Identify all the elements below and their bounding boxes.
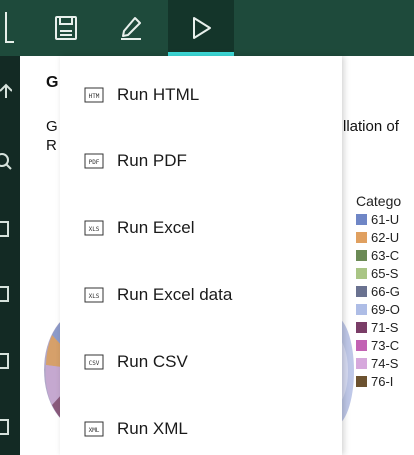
report-text-left-2: R (46, 137, 57, 154)
legend-label: 76-I (371, 373, 394, 389)
menu-item-label: Run XML (117, 419, 188, 438)
run-options-menu: HTM Run HTML PDF Run PDF XLS Run Excel X… (60, 56, 342, 455)
legend-item: 76-I (356, 372, 414, 390)
legend-label: 69-O (371, 301, 400, 317)
legend-swatch (356, 285, 367, 297)
legend-item: 65-S (356, 264, 414, 282)
legend-swatch (356, 321, 367, 333)
menu-item-label: Run CSV (117, 352, 188, 371)
report-text-left-1: G (46, 118, 58, 135)
legend-item: 66-G (356, 282, 414, 300)
file-type-label: XML (89, 427, 100, 434)
legend-item: 63-C (356, 246, 414, 264)
edit-button[interactable] (100, 0, 162, 56)
legend-swatch (356, 213, 367, 225)
legend-item: 69-O (356, 300, 414, 318)
legend-swatch (356, 303, 367, 315)
legend-label: 74-S (371, 355, 399, 371)
report-title-fragment: G (46, 74, 59, 91)
run-excel-item[interactable]: XLS Run Excel (60, 195, 342, 261)
report-text-right-1: llation of (343, 118, 399, 135)
file-type-label: CSV (89, 360, 100, 367)
chart-legend: Catego 61-U 62-U 63-C 65-S 66-G 69-O 71-S 73-C 7… (356, 192, 414, 390)
report-viewer: G G llation of R Catego 61-U 62-U 63-C 65-S… (0, 0, 414, 455)
legend-item: 73-C (356, 336, 414, 354)
menu-item-label: Run Excel (117, 218, 195, 237)
legend-item: 74-S (356, 354, 414, 372)
csv-file-icon: CSV (84, 354, 104, 370)
legend-title: Catego (356, 193, 402, 209)
play-icon (193, 17, 211, 39)
run-button[interactable] (168, 0, 234, 56)
run-pdf-item[interactable]: PDF Run PDF (60, 128, 342, 194)
menu-item-label: Run PDF (117, 151, 187, 170)
file-type-label: PDF (89, 159, 100, 166)
file-type-label: HTM (89, 93, 100, 100)
legend-item: 71-S (356, 318, 414, 336)
legend-swatch (356, 249, 367, 261)
properties-icon[interactable] (0, 418, 12, 436)
legend-swatch (356, 267, 367, 279)
excel-file-icon: XLS (84, 220, 104, 236)
left-rail (0, 56, 20, 455)
menu-item-label: Run HTML (117, 85, 200, 104)
run-html-item[interactable]: HTM Run HTML (60, 62, 342, 128)
pdf-file-icon: PDF (84, 153, 104, 169)
legend-label: 71-S (371, 319, 399, 335)
pages-icon[interactable] (0, 352, 12, 370)
legend-swatch (356, 231, 367, 243)
legend-label: 66-G (371, 283, 400, 299)
run-csv-item[interactable]: CSV Run CSV (60, 329, 342, 395)
legend-swatch (356, 375, 367, 387)
save-icon (55, 16, 77, 40)
file-type-label: XLS (89, 226, 100, 233)
legend-label: 73-C (371, 337, 400, 353)
legend-item: 62-U (356, 228, 414, 246)
legend-label: 65-S (371, 265, 399, 281)
toolbar-edge-icon (5, 12, 14, 43)
legend-label: 61-U (371, 211, 400, 227)
legend-label: 62-U (371, 229, 400, 245)
panel-icon[interactable] (0, 220, 12, 238)
menu-item-label: Run Excel data (117, 285, 233, 304)
legend-item: 61-U (356, 210, 414, 228)
save-button[interactable] (36, 0, 96, 56)
search-icon[interactable] (0, 153, 12, 171)
legend-swatch (356, 357, 367, 369)
html-file-icon: HTM (84, 87, 104, 103)
legend-swatch (356, 339, 367, 351)
legend-label: 63-C (371, 247, 400, 263)
top-toolbar (0, 0, 414, 56)
pencil-icon (121, 17, 141, 40)
excel-data-file-icon: XLS (84, 287, 104, 303)
data-icon[interactable] (0, 285, 12, 303)
xml-file-icon: XML (84, 421, 104, 437)
upload-icon[interactable] (0, 82, 12, 100)
run-xml-item[interactable]: XML Run XML (60, 396, 342, 455)
file-type-label: XLS (89, 293, 100, 300)
run-excel-data-item[interactable]: XLS Run Excel data (60, 262, 342, 328)
